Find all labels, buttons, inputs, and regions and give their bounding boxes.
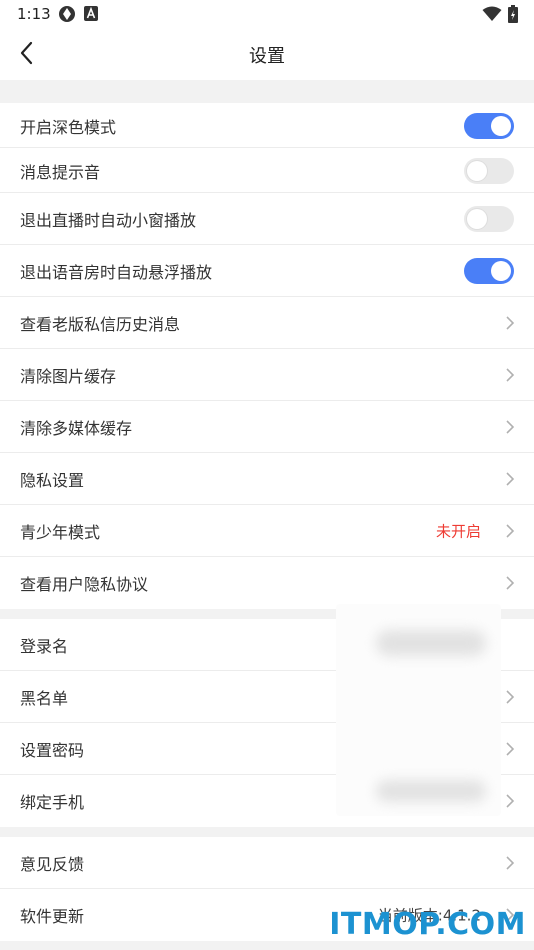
section-gap	[0, 827, 534, 837]
chevron-right-icon	[506, 794, 515, 808]
status-time: 1:13	[17, 5, 51, 23]
setting-row-privacy[interactable]: 隐私设置	[0, 453, 534, 505]
setting-label: 退出直播时自动小窗播放	[20, 211, 197, 230]
status-bar: 1:13	[0, 0, 534, 28]
chevron-right-icon	[506, 576, 515, 590]
nav-bar: 设置	[0, 28, 534, 80]
chevron-right-icon	[506, 420, 515, 434]
message-sound-toggle[interactable]	[464, 157, 514, 184]
page-title: 设置	[249, 46, 285, 67]
live-mini-window-toggle[interactable]	[464, 206, 514, 232]
setting-label: 清除多媒体缓存	[20, 419, 133, 438]
wifi-icon	[482, 6, 502, 21]
setting-row-feedback[interactable]: 意见反馈	[0, 837, 534, 889]
setting-row-clear-media-cache[interactable]: 清除多媒体缓存	[0, 401, 534, 453]
setting-label: 青少年模式	[20, 523, 101, 542]
setting-row-old-messages[interactable]: 查看老版私信历史消息	[0, 297, 534, 349]
setting-row-voice-room-float[interactable]: 退出语音房时自动悬浮播放	[0, 245, 534, 297]
setting-row-message-sound[interactable]: 消息提示音	[0, 148, 534, 193]
redacted-overlay	[336, 604, 501, 816]
teen-mode-status: 未开启	[435, 522, 481, 541]
setting-label: 查看老版私信历史消息	[20, 315, 181, 334]
dark-mode-toggle[interactable]	[464, 112, 514, 139]
chevron-right-icon	[506, 472, 515, 486]
sync-icon	[59, 6, 75, 22]
setting-label: 黑名单	[20, 689, 69, 708]
setting-label: 查看用户隐私协议	[20, 575, 149, 594]
setting-label: 消息提示音	[20, 162, 101, 182]
setting-label: 清除图片缓存	[20, 367, 117, 386]
chevron-right-icon	[506, 856, 515, 870]
voice-room-float-toggle[interactable]	[464, 258, 514, 284]
setting-row-live-mini-window[interactable]: 退出直播时自动小窗播放	[0, 193, 534, 245]
setting-label: 软件更新	[20, 907, 85, 926]
setting-label: 隐私设置	[20, 471, 85, 490]
setting-label: 登录名	[20, 637, 69, 656]
chevron-right-icon	[506, 742, 515, 756]
section-gap	[0, 80, 534, 103]
setting-label: 退出语音房时自动悬浮播放	[20, 263, 213, 282]
setting-label: 绑定手机	[20, 793, 85, 812]
chevron-right-icon	[506, 368, 515, 382]
setting-label: 开启深色模式	[20, 117, 117, 137]
text-icon	[84, 6, 98, 21]
setting-row-teen-mode[interactable]: 青少年模式 未开启	[0, 505, 534, 557]
battery-charging-icon	[508, 5, 518, 23]
chevron-right-icon	[506, 690, 515, 704]
setting-row-clear-image-cache[interactable]: 清除图片缓存	[0, 349, 534, 401]
setting-label: 意见反馈	[20, 855, 85, 874]
setting-row-dark-mode[interactable]: 开启深色模式	[0, 103, 534, 148]
setting-row-privacy-policy[interactable]: 查看用户隐私协议	[0, 557, 534, 609]
setting-label: 设置密码	[20, 741, 85, 760]
watermark-logo: ITMOP.COM	[329, 907, 526, 942]
bottom-gap	[0, 941, 534, 950]
chevron-right-icon	[506, 316, 515, 330]
chevron-right-icon	[506, 524, 515, 538]
